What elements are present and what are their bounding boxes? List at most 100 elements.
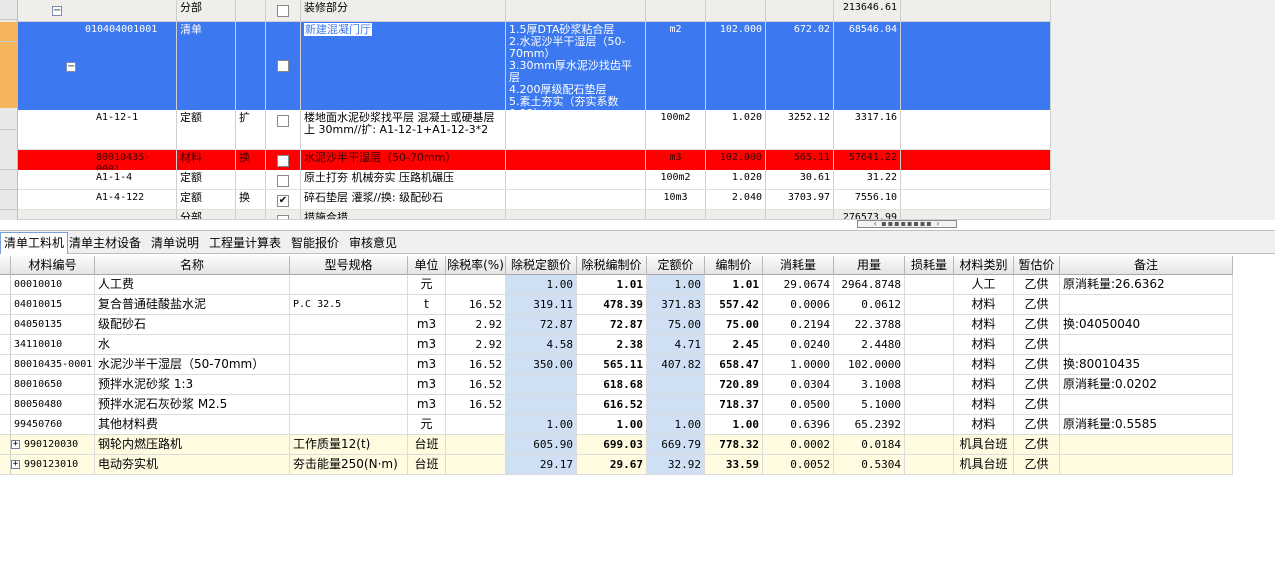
cell-tax-budget: 1.00	[577, 415, 647, 434]
cell-estimate: 乙供	[1014, 355, 1060, 374]
bill-cell-type: 分部	[177, 210, 236, 219]
expand-icon[interactable]: +	[11, 439, 20, 449]
bill-cell-qty: 2.040	[706, 190, 766, 209]
column-header-rate[interactable]: 除税率(%)	[446, 256, 506, 275]
cell-category: 材料	[954, 415, 1014, 434]
bill-cell-mark	[236, 0, 266, 21]
cell-rate: 2.92	[446, 335, 506, 354]
material-row[interactable]: 04010015 复合普通硅酸盐水泥 P.C 32.5 t 16.52 319.11 478…	[0, 295, 1233, 315]
column-header-consume[interactable]: 消耗量	[763, 256, 834, 275]
tab-2[interactable]: 清单说明	[148, 233, 202, 253]
cell-unit: m3	[408, 355, 446, 374]
row-checkbox[interactable]	[277, 215, 289, 219]
cell-loss	[905, 315, 954, 334]
tab-0[interactable]: 清单工料机	[0, 232, 69, 254]
material-row[interactable]: +990120030 钢轮内燃压路机 工作质量12(t) 台班 605.90 699.03…	[0, 435, 1233, 455]
material-row[interactable]: 34110010 水 m3 2.92 4.58 2.38 4.71 2.45 0.0240 2.4…	[0, 335, 1233, 355]
column-header-tax-quota[interactable]: 除税定额价	[506, 256, 577, 275]
cell-estimate: 乙供	[1014, 395, 1060, 414]
bill-row[interactable]: 010404001001 清单 新建混凝门厅 1.5厚DTA砂浆粘合层 2.水泥沙半干…	[18, 22, 1051, 110]
row-checkbox[interactable]	[277, 155, 289, 167]
tab-4[interactable]: 智能报价	[288, 233, 342, 253]
tab-3[interactable]: 工程量计算表	[206, 233, 284, 253]
collapse-icon[interactable]: −	[52, 6, 62, 16]
material-row[interactable]: 80010435-0001 水泥沙半干湿层（50-70mm） m3 16.52 350.…	[0, 355, 1233, 375]
cell-note: 换:04050040	[1060, 315, 1233, 334]
row-checkbox[interactable]: ✔	[277, 195, 289, 207]
column-header-category[interactable]: 材料类别	[954, 256, 1014, 275]
row-checkbox[interactable]	[277, 175, 289, 187]
cell-budget: 75.00	[705, 315, 763, 334]
column-header-quota[interactable]: 定额价	[647, 256, 705, 275]
row-checkbox[interactable]	[277, 60, 289, 72]
bill-cell-total: 213646.61	[834, 0, 901, 21]
cell-quota: 1.00	[647, 415, 705, 434]
bill-row-extra-cell	[901, 210, 1051, 219]
bill-cell-mark: 换	[236, 150, 266, 170]
bill-cell-name: 措施合措	[301, 210, 506, 219]
cell-loss	[905, 375, 954, 394]
bill-row-check-cell	[266, 22, 301, 110]
bill-row[interactable]: A1-12-1 定额扩楼地面水泥砂浆找平层 混凝土或硬基层上 30mm//扩: A…	[18, 110, 1051, 150]
cell-category: 材料	[954, 375, 1014, 394]
bill-cell-name: 新建混凝门厅	[301, 22, 506, 110]
bill-name-editing[interactable]: 新建混凝门厅	[304, 23, 372, 36]
cell-note: 换:80010435	[1060, 355, 1233, 374]
horizontal-scrollbar-thumb[interactable]: ‹ ▪▪▪▪▪▪▪▪ ›	[857, 220, 957, 228]
material-row[interactable]: +990123010 电动夯实机 夯击能量250(N·m) 台班 29.17 29.67 3…	[0, 455, 1233, 475]
column-header-name[interactable]: 名称	[95, 256, 290, 275]
cell-tax-quota: 72.87	[506, 315, 577, 334]
cell-usage: 0.5304	[834, 455, 905, 474]
cell-tax-budget: 618.68	[577, 375, 647, 394]
column-header-loss[interactable]: 损耗量	[905, 256, 954, 275]
bill-row[interactable]: 分部 装修部分 213646.61 −	[18, 0, 1051, 22]
cell-quota	[647, 395, 705, 414]
cell-quota: 32.92	[647, 455, 705, 474]
bill-cell-total: 31.22	[834, 170, 901, 189]
cell-unit: 元	[408, 415, 446, 434]
cell-tax-quota: 1.00	[506, 275, 577, 294]
bill-row[interactable]: 80010435-0001 材料换 水泥沙半干湿层（50-70mm） m3 102.00…	[18, 150, 1051, 170]
cell-name: 电动夯实机	[95, 455, 290, 474]
expand-icon[interactable]: +	[11, 459, 20, 469]
column-header-tax-budget[interactable]: 除税编制价	[577, 256, 647, 275]
material-grid-header: 材料编号 名称 型号规格 单位 除税率(%) 除税定额价 除税编制价 定额价 编制价 消耗量 用量损…	[0, 256, 1233, 275]
bill-row[interactable]: A1-4-122 定额换 ✔ 碎石垫层 灌浆//换: 级配砂石 10m3 2.040 370…	[18, 190, 1051, 210]
column-header-note[interactable]: 备注	[1060, 256, 1233, 275]
cell-budget: 720.89	[705, 375, 763, 394]
column-header-spec[interactable]: 型号规格	[290, 256, 408, 275]
cell-quota: 4.71	[647, 335, 705, 354]
cell-code-text: 990123010	[24, 459, 79, 470]
material-row[interactable]: 99450760 其他材料费元 1.00 1.00 1.00 1.00 0.6396 65.2…	[0, 415, 1233, 435]
cell-note	[1060, 295, 1233, 314]
tab-5[interactable]: 审核意见	[346, 233, 400, 253]
cell-tax-quota	[506, 395, 577, 414]
bill-cell-price	[766, 210, 834, 219]
cell-tax-budget: 699.03	[577, 435, 647, 454]
cell-note: 原消耗量:26.6362	[1060, 275, 1233, 294]
column-header-estimate[interactable]: 暂估价	[1014, 256, 1060, 275]
material-row[interactable]: 80050480 预拌水泥石灰砂浆 M2.5 m3 16.52 616.52 718.37…	[0, 395, 1233, 415]
column-header-unit[interactable]: 单位	[408, 256, 446, 275]
cell-tax-budget: 565.11	[577, 355, 647, 374]
bill-row[interactable]: A1-1-4 定额 原土打夯 机械夯实 压路机碾压 100m2 1.020 30.61 31…	[18, 170, 1051, 190]
cell-spec	[290, 375, 408, 394]
bill-cell-unit: 100m2	[646, 170, 706, 189]
cell-spec	[290, 315, 408, 334]
row-checkbox[interactable]	[277, 115, 289, 127]
column-header-budget[interactable]: 编制价	[705, 256, 763, 275]
material-row[interactable]: 80010650 预拌水泥砂浆 1:3 m3 16.52 618.68 720.89 0.0…	[0, 375, 1233, 395]
material-row[interactable]: 00010010 人工费元 1.00 1.01 1.00 1.01 29.0674 2964.…	[0, 275, 1233, 295]
collapse-icon[interactable]: −	[66, 62, 76, 72]
cell-code-text: 990120030	[24, 439, 79, 450]
column-header-code[interactable]: 材料编号	[11, 256, 95, 275]
column-header-usage[interactable]: 用量	[834, 256, 905, 275]
tab-1[interactable]: 清单主材设备	[66, 233, 144, 253]
bill-cell-code: A1-4-122	[82, 190, 177, 209]
cell-tax-budget: 72.87	[577, 315, 647, 334]
bill-cell-qty	[706, 0, 766, 21]
row-gutter	[0, 455, 11, 474]
material-row[interactable]: 04050135 级配砂石 m3 2.92 72.87 72.87 75.00 75.00 0.…	[0, 315, 1233, 335]
bill-cell-unit: m3	[646, 150, 706, 170]
row-checkbox[interactable]	[277, 5, 289, 17]
